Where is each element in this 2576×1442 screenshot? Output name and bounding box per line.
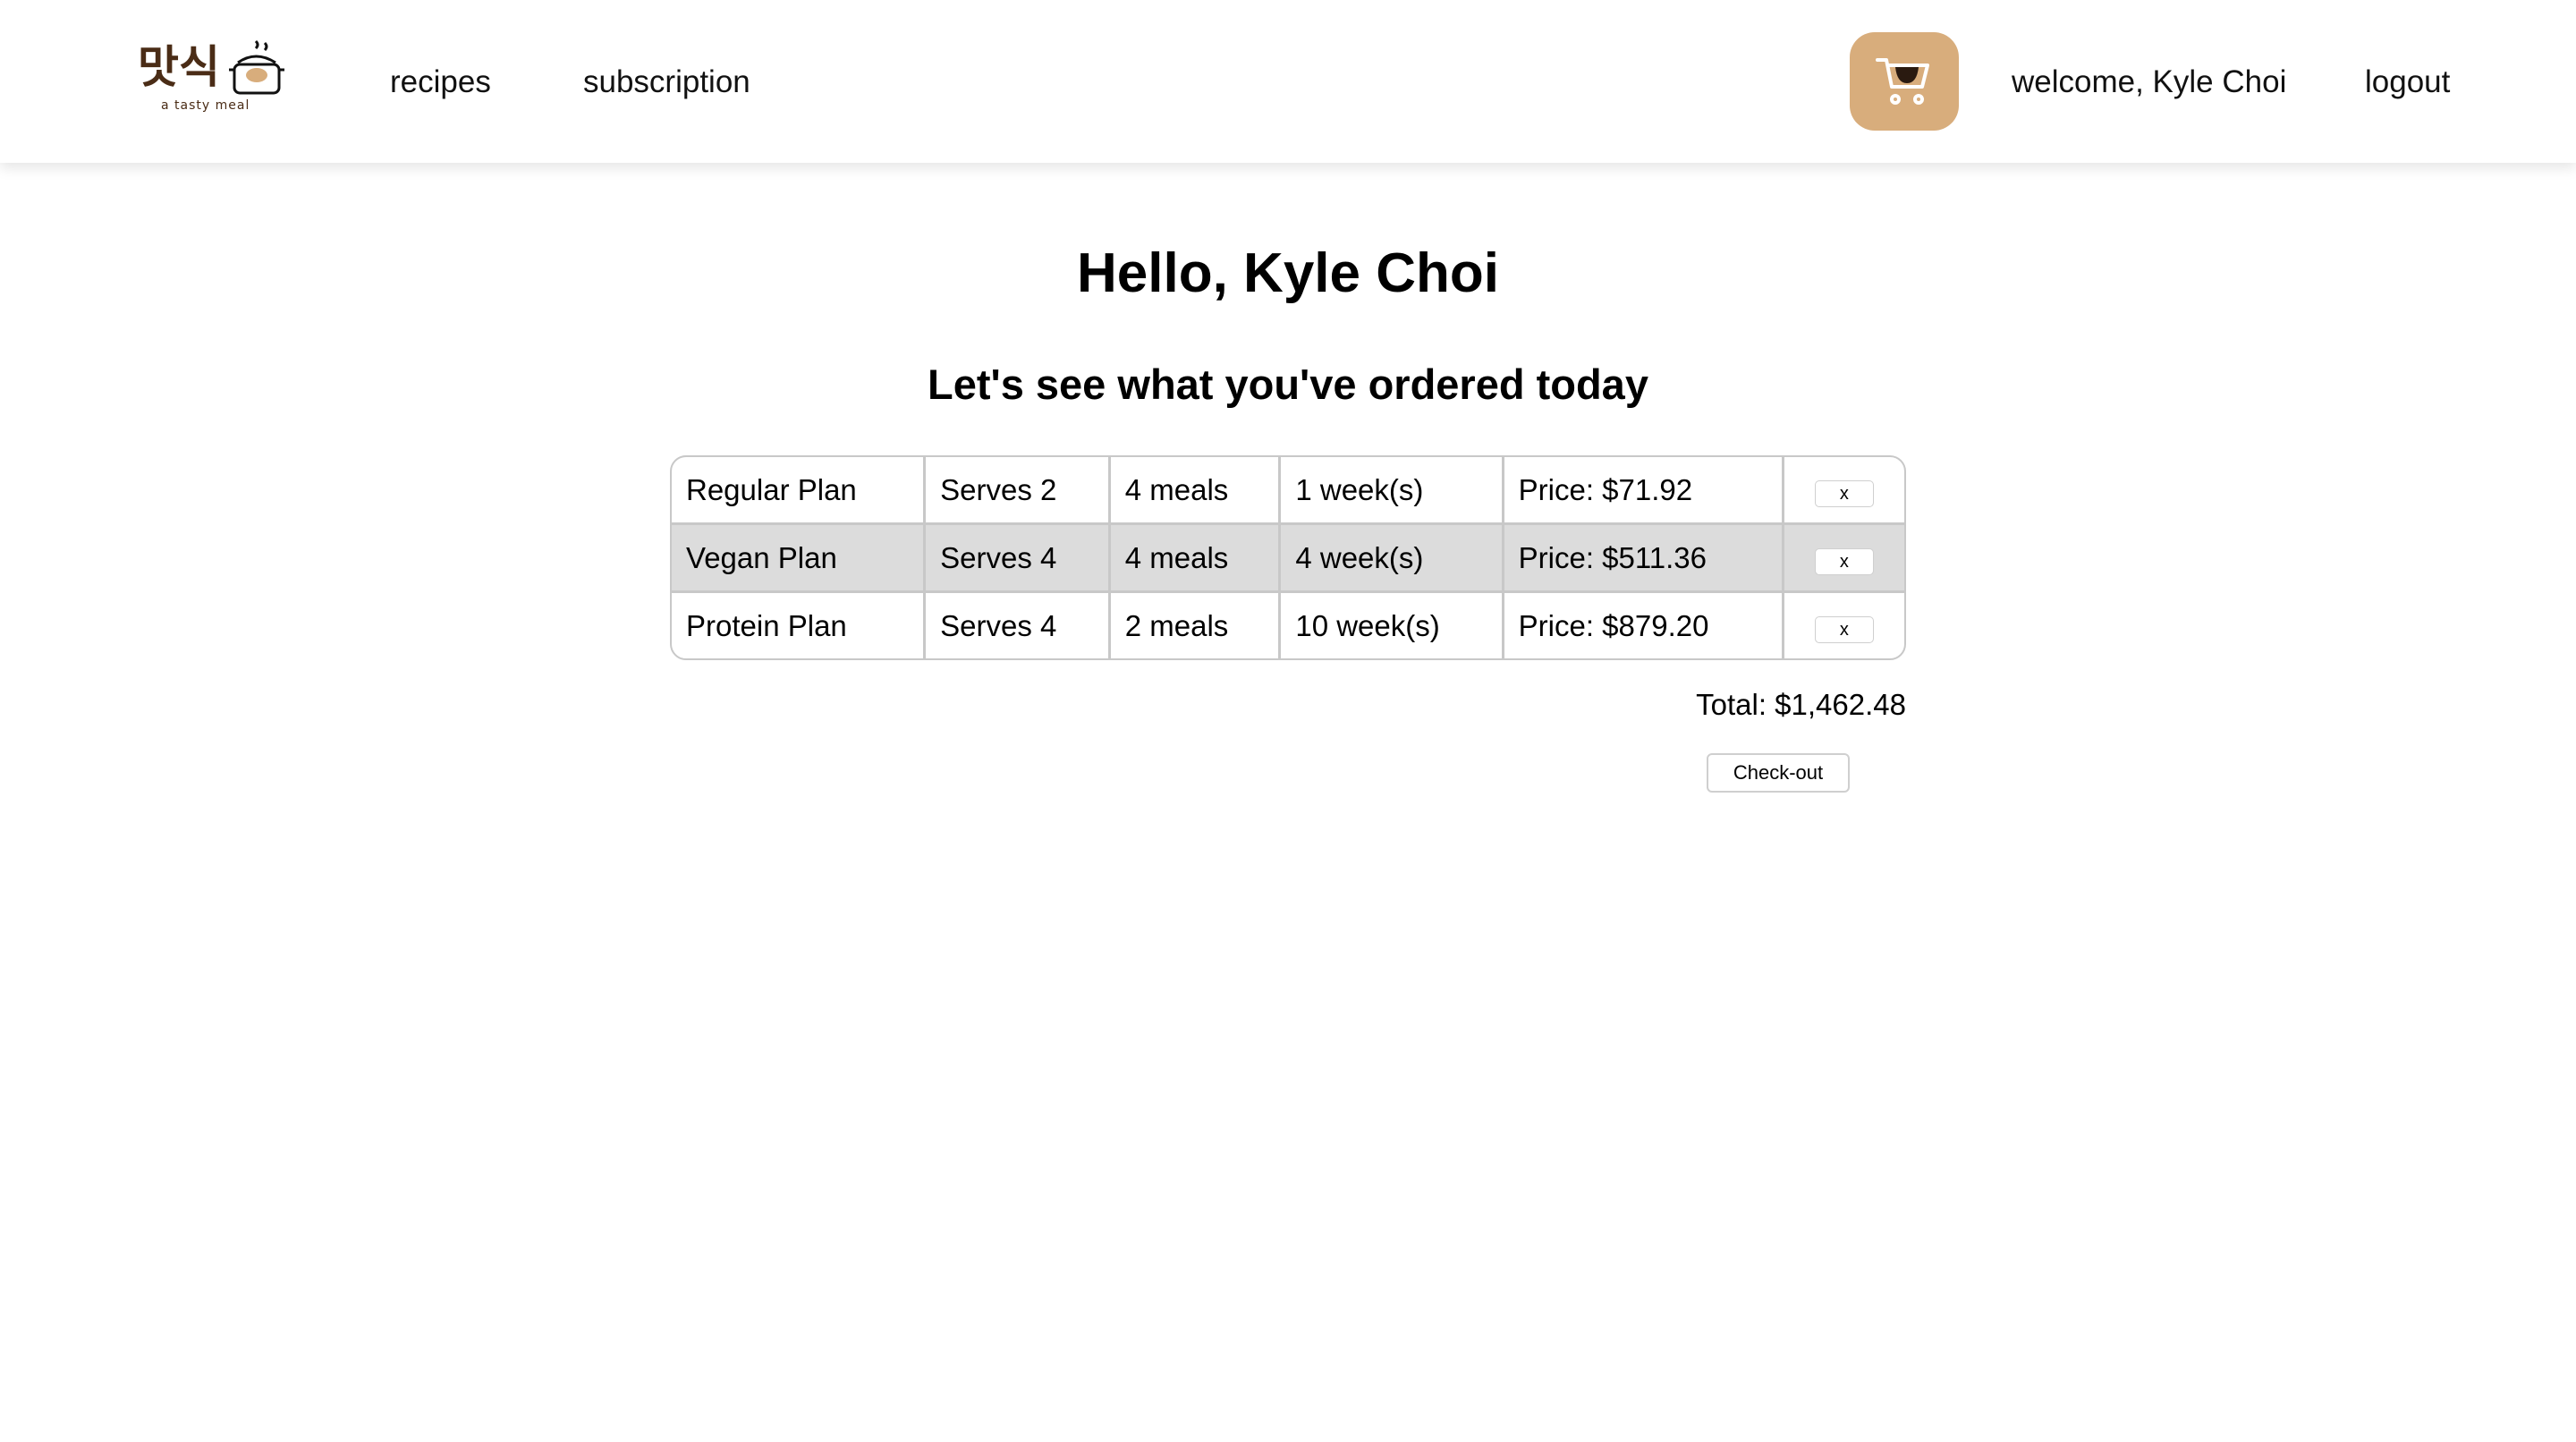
logout-link[interactable]: logout	[2365, 63, 2450, 102]
nav-recipes-link[interactable]: recipes	[390, 63, 491, 102]
orders-table: Regular Plan Serves 2 4 meals 1 week(s) …	[670, 455, 1906, 660]
page-title: Hello, Kyle Choi	[1077, 242, 1499, 304]
logo-tagline: a tasty meal	[161, 98, 250, 113]
remove-order-button[interactable]: x	[1814, 548, 1874, 575]
order-total: Total: $1,462.48	[1696, 688, 1906, 721]
order-remove-cell: x	[1784, 525, 1904, 593]
nav-subscription-link[interactable]: subscription	[583, 63, 750, 102]
order-price: Price: $511.36	[1504, 525, 1784, 593]
order-meals: 4 meals	[1110, 457, 1282, 525]
order-plan: Vegan Plan	[672, 525, 927, 593]
order-weeks: 10 week(s)	[1281, 593, 1504, 658]
order-plan: Regular Plan	[672, 457, 927, 525]
order-price: Price: $879.20	[1504, 593, 1784, 658]
order-meals: 2 meals	[1111, 593, 1282, 658]
brand-logo[interactable]: 맛식 a tasty meal	[136, 36, 288, 118]
site-header: 맛식 a tasty meal recipes subscription wel…	[0, 0, 2576, 163]
order-plan: Protein Plan	[672, 593, 927, 658]
order-meals: 4 meals	[1110, 525, 1282, 593]
order-row: Protein Plan Serves 4 2 meals 10 week(s)…	[672, 593, 1904, 658]
shopping-cart-icon	[1876, 58, 1929, 105]
order-row: Regular Plan Serves 2 4 meals 1 week(s) …	[672, 457, 1904, 525]
order-weeks: 1 week(s)	[1281, 457, 1504, 525]
order-remove-cell: x	[1784, 593, 1904, 658]
order-price: Price: $71.92	[1504, 457, 1784, 525]
order-serves: Serves 4	[926, 525, 1111, 593]
welcome-message: welcome, Kyle Choi	[2012, 64, 2287, 99]
order-remove-cell: x	[1784, 457, 1904, 525]
logo-korean-text: 맛식	[138, 41, 220, 93]
checkout-button[interactable]: Check-out	[1707, 753, 1850, 793]
order-serves: Serves 2	[926, 457, 1111, 525]
page-subtitle: Let's see what you've ordered today	[928, 360, 1648, 408]
pot-icon	[229, 39, 284, 95]
order-row: Vegan Plan Serves 4 4 meals 4 week(s) Pr…	[672, 525, 1904, 593]
remove-order-button[interactable]: x	[1814, 616, 1874, 643]
order-serves: Serves 4	[926, 593, 1111, 658]
cart-button[interactable]	[1850, 32, 1959, 131]
order-weeks: 4 week(s)	[1281, 525, 1504, 593]
remove-order-button[interactable]: x	[1814, 480, 1874, 507]
